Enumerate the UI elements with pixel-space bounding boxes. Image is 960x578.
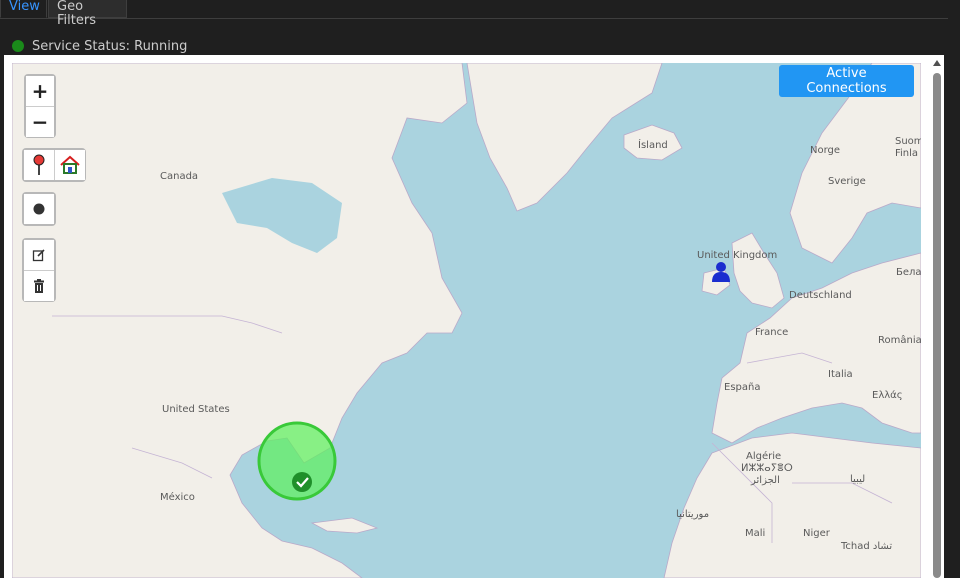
edit-layers-button[interactable] xyxy=(24,240,54,271)
vertical-scrollbar[interactable] xyxy=(930,56,944,578)
label-mali: Mali xyxy=(745,528,766,539)
map-tiles xyxy=(12,63,921,578)
label-norge: Norge xyxy=(810,145,841,156)
zoom-in-button[interactable]: + xyxy=(26,76,54,107)
label-romania: România xyxy=(878,335,921,346)
tab-geo-filters[interactable]: Geo Filters xyxy=(48,0,127,28)
label-finland: Finla xyxy=(895,148,919,159)
label-united-states: United States xyxy=(162,404,230,415)
tab-bar: View Geo Filters xyxy=(0,0,948,28)
draw-circle-button[interactable] xyxy=(24,194,54,224)
label-algerie: Algérie xyxy=(746,451,782,462)
pin-icon xyxy=(33,154,45,175)
delete-layers-button[interactable] xyxy=(24,271,54,301)
map-view[interactable]: Canada United States México Ísland Norge… xyxy=(12,63,921,578)
pin-tool-button[interactable] xyxy=(24,150,55,180)
scrollbar-thumb[interactable] xyxy=(933,73,941,578)
status-text: Service Status: Running xyxy=(32,38,188,54)
label-niger: Niger xyxy=(803,528,830,539)
edit-control xyxy=(22,238,56,302)
label-united-kingdom: United Kingdom xyxy=(697,250,778,261)
zoom-out-button[interactable]: − xyxy=(26,107,54,137)
label-italia: Italia xyxy=(828,369,853,380)
label-ellada: Ελλάς xyxy=(872,390,903,401)
label-tchad: Tchad تشاد xyxy=(841,541,893,552)
tab-view[interactable]: View xyxy=(0,0,47,18)
circle-tool-control xyxy=(22,192,56,226)
trash-icon xyxy=(34,279,44,293)
label-mauritania: موريتانيا xyxy=(676,509,710,520)
label-sverige: Sverige xyxy=(828,176,866,187)
label-mexico: México xyxy=(160,492,195,503)
label-belarus: Бела xyxy=(896,267,921,278)
service-status: Service Status: Running xyxy=(12,38,187,54)
label-canada: Canada xyxy=(160,171,199,182)
label-deutschland: Deutschland xyxy=(789,290,852,301)
home-icon xyxy=(60,155,80,174)
status-indicator-icon xyxy=(12,40,24,52)
home-tool-button[interactable] xyxy=(55,150,85,180)
scroll-up-icon[interactable] xyxy=(933,60,941,66)
zoom-control: + − xyxy=(24,74,56,138)
map-tool-control xyxy=(22,148,86,182)
edit-icon xyxy=(32,249,45,262)
label-algerie-arabic: الجزائر xyxy=(751,475,780,486)
label-libya: ليبيا xyxy=(850,474,866,485)
active-connections-button[interactable]: Active Connections xyxy=(779,65,914,97)
label-espana: España xyxy=(724,382,761,393)
label-island: Ísland xyxy=(638,140,668,151)
label-algerie-tifinagh: ⵍⵣⵣⴰⵢⴻⵔ xyxy=(741,463,793,474)
label-suomi: Suom xyxy=(895,136,921,147)
label-france: France xyxy=(755,327,789,338)
circle-icon xyxy=(33,203,45,215)
